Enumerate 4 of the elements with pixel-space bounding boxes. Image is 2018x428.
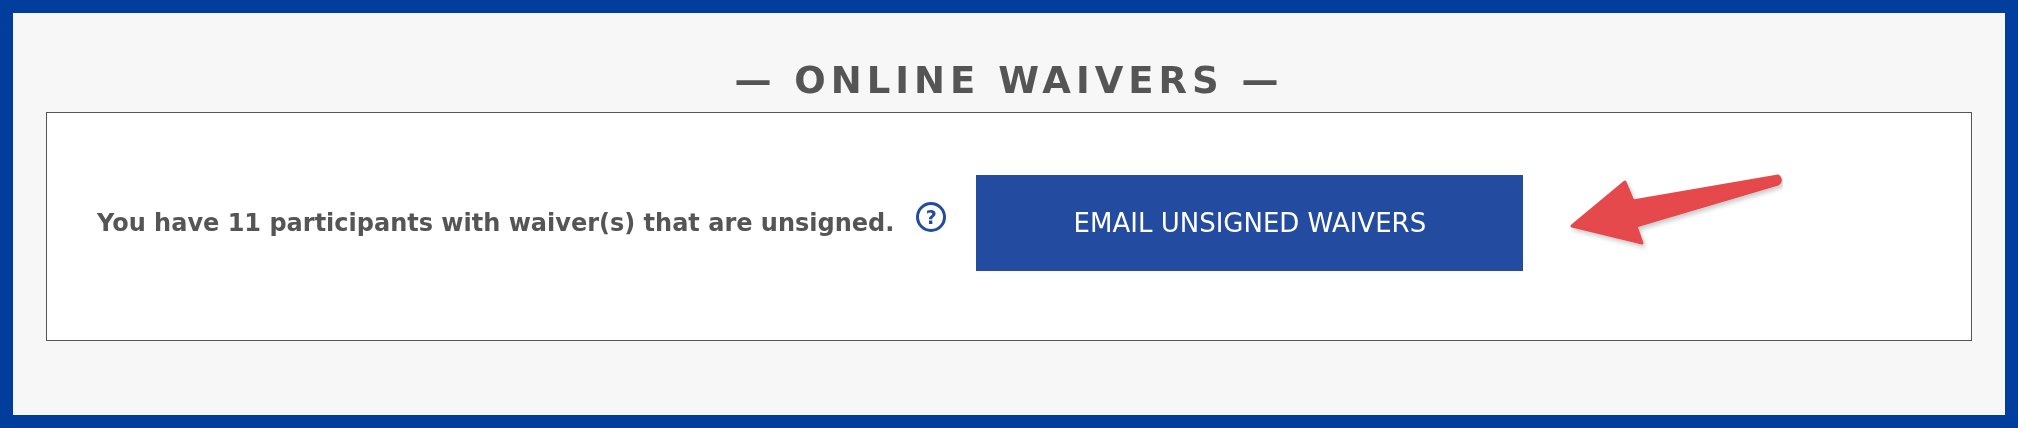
help-icon[interactable]: ? — [916, 201, 947, 232]
email-waivers-button[interactable]: EMAIL UNSIGNED WAIVERS — [976, 174, 1524, 271]
notice-message: You have 11 participants with waiver(s) that are unsigned. — [97, 208, 895, 237]
section-title: — ONLINE WAIVERS — — [734, 59, 1284, 102]
